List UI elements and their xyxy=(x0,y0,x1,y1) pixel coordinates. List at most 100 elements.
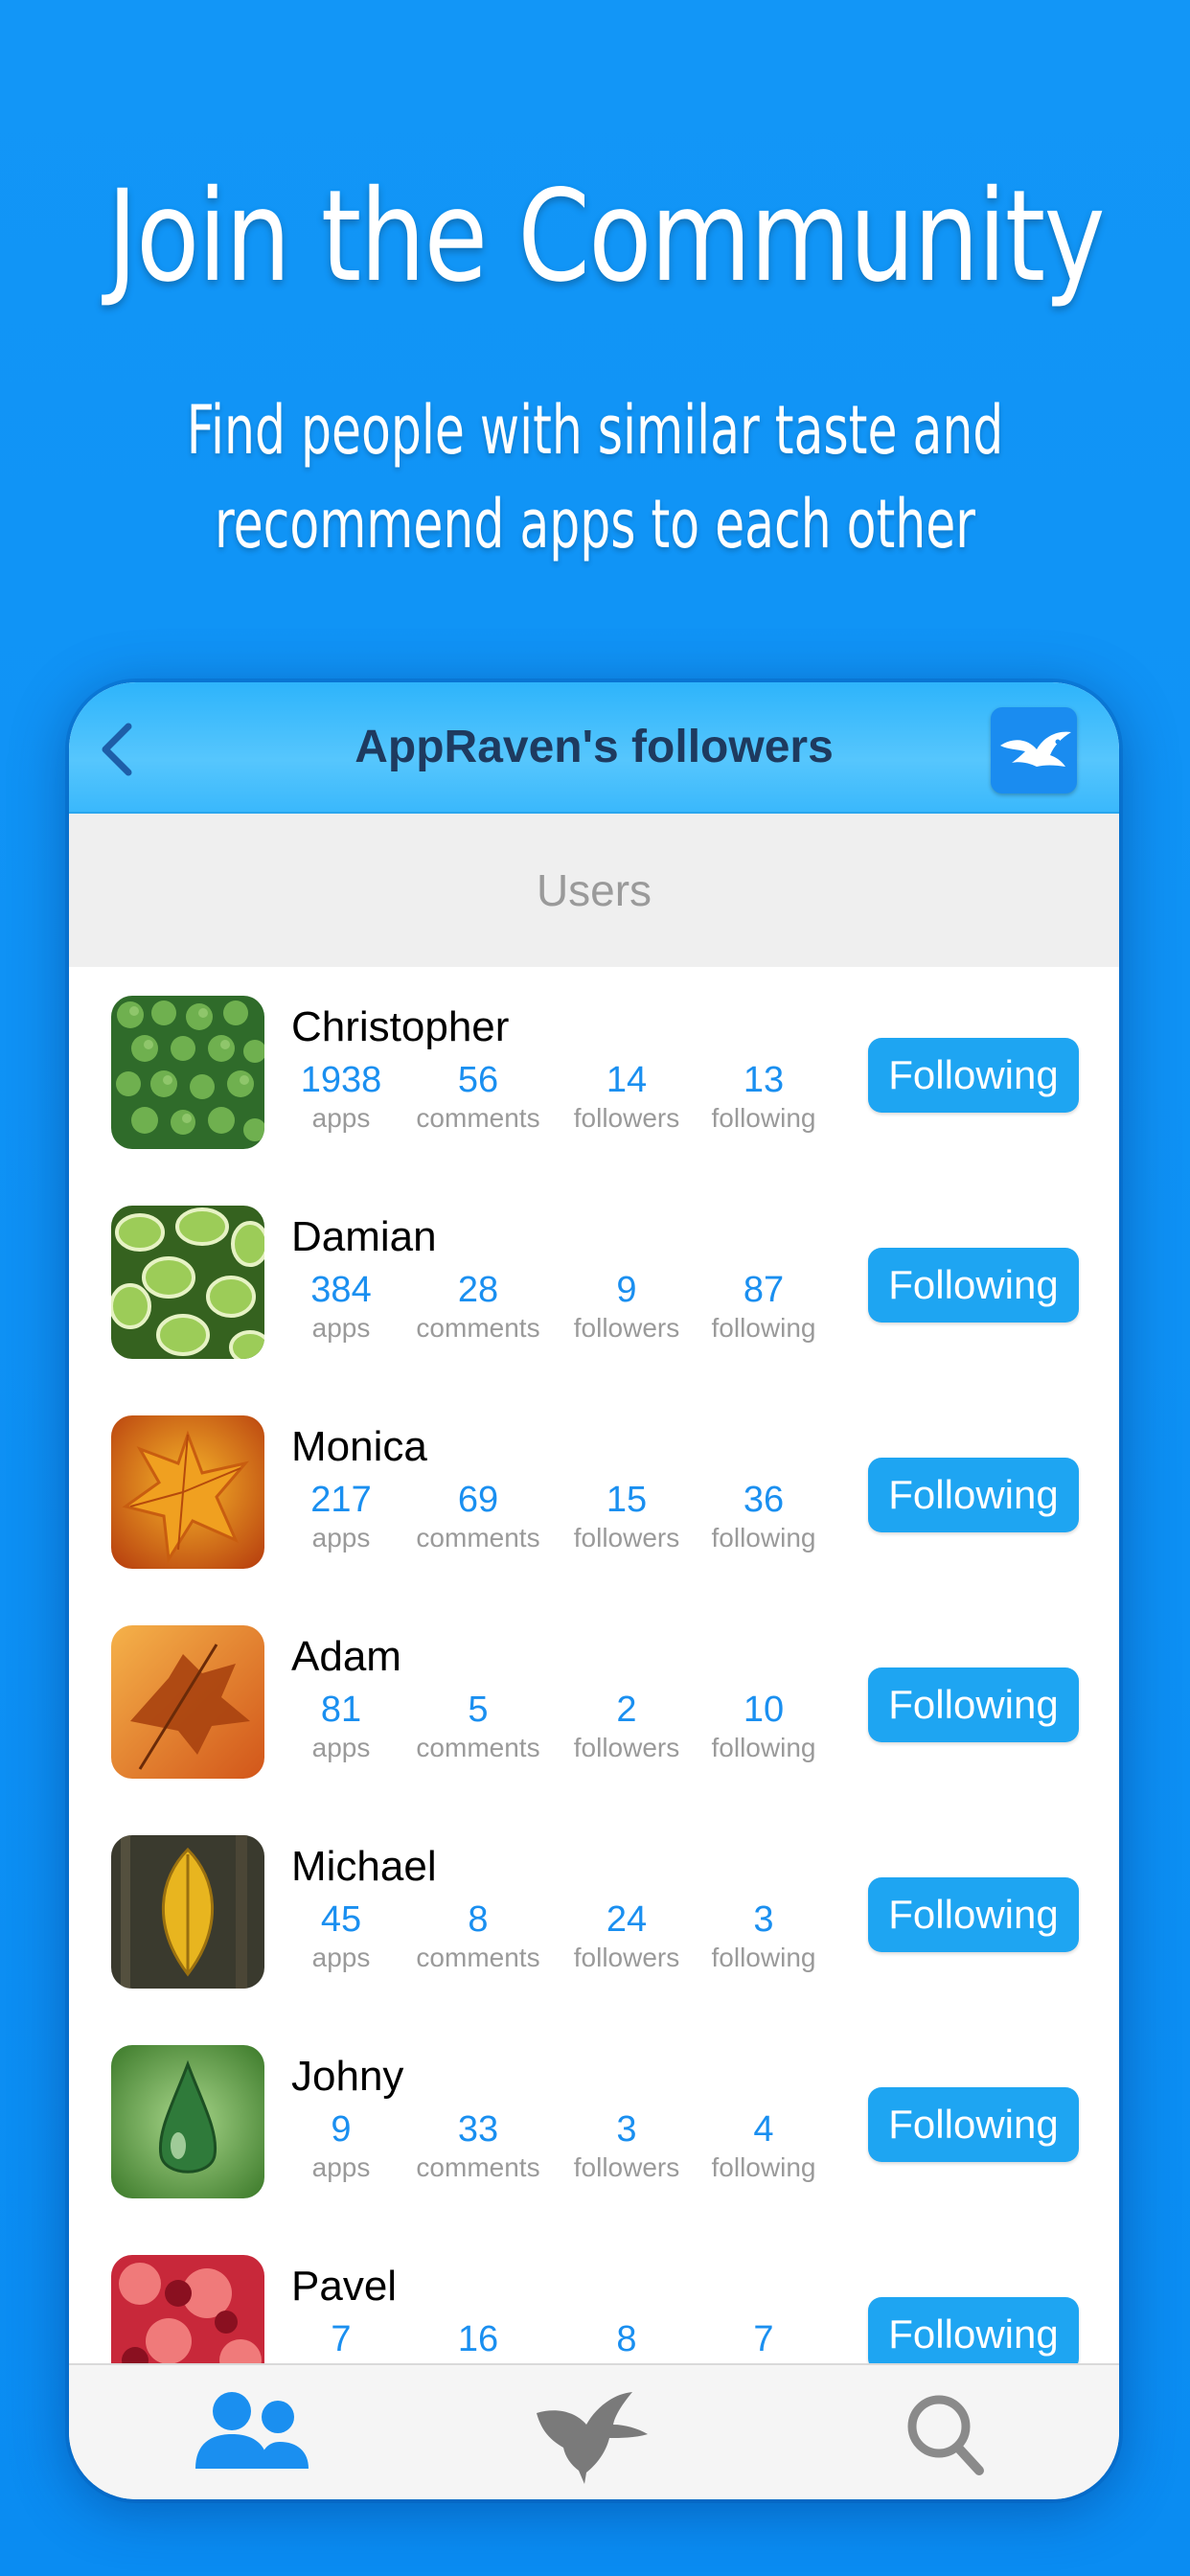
tab-raven[interactable] xyxy=(479,2365,709,2499)
stat-label: following xyxy=(711,2152,816,2182)
stat-number: 87 xyxy=(743,1270,785,1310)
user-name[interactable]: Christopher xyxy=(291,1003,509,1051)
list-item[interactable]: Johny 9 apps 33 comments 3 followers 4 follo… xyxy=(69,2016,1119,2226)
stat-number: 1938 xyxy=(300,1060,382,1100)
stat-number: 4 xyxy=(753,2109,774,2150)
following-button[interactable]: Following xyxy=(868,1458,1079,1532)
stat-label: apps xyxy=(311,2152,371,2182)
stat-number: 24 xyxy=(606,1899,648,1940)
stat-apps: 81 apps xyxy=(274,1689,408,1765)
stat-label: following xyxy=(711,1523,816,1552)
nav-bar: AppRaven's followers xyxy=(69,682,1119,814)
following-button[interactable]: Following xyxy=(868,2087,1079,2162)
stat-apps: 217 apps xyxy=(274,1479,408,1555)
avatar xyxy=(111,1835,264,1989)
stat-number: 9 xyxy=(331,2109,352,2150)
raven-logo-icon[interactable] xyxy=(991,707,1077,794)
list-item[interactable]: Damian 384 apps 28 comments 9 followers 87 f… xyxy=(69,1177,1119,1387)
stat-following: 4 following xyxy=(697,2108,831,2185)
user-name[interactable]: Monica xyxy=(291,1423,427,1471)
stat-label: apps xyxy=(311,1523,371,1552)
stat-followers: 24 followers xyxy=(560,1898,694,1975)
stat-label: comments xyxy=(416,1733,540,1762)
stat-label: followers xyxy=(573,1313,680,1343)
stat-number: 7 xyxy=(331,2319,352,2359)
stat-label: apps xyxy=(311,1733,371,1762)
list-item[interactable]: Christopher 1938 apps 56 comments 14 follow… xyxy=(69,967,1119,1177)
stat-number: 15 xyxy=(606,1480,648,1520)
stat-followers: 9 followers xyxy=(560,1269,694,1346)
stat-comments: 5 comments xyxy=(411,1689,545,1765)
avatar xyxy=(111,1625,264,1779)
list-item[interactable]: Michael 45 apps 8 comments 24 followers 3 fo… xyxy=(69,1806,1119,2016)
stat-followers: 3 followers xyxy=(560,2108,694,2185)
stat-number: 2 xyxy=(616,1690,637,1730)
user-name[interactable]: Pavel xyxy=(291,2263,397,2311)
stat-comments: 33 comments xyxy=(411,2108,545,2185)
stat-following: 10 following xyxy=(697,1689,831,1765)
stat-followers: 2 followers xyxy=(560,1689,694,1765)
stat-label: apps xyxy=(311,1313,371,1343)
following-button[interactable]: Following xyxy=(868,2297,1079,2372)
headline: Join the Community xyxy=(106,163,1106,310)
stat-number: 56 xyxy=(457,1060,499,1100)
stat-apps: 9 apps xyxy=(274,2108,408,2185)
stat-number: 7 xyxy=(753,2319,774,2359)
stat-number: 81 xyxy=(320,1690,362,1730)
stat-number: 3 xyxy=(616,2109,637,2150)
user-name[interactable]: Michael xyxy=(291,1843,437,1891)
avatar xyxy=(111,1206,264,1359)
phone-mockup: AppRaven's followers Users Christopher 1… xyxy=(69,682,1119,2499)
stat-label: following xyxy=(711,1103,816,1133)
stat-label: comments xyxy=(416,2152,540,2182)
stat-number: 217 xyxy=(310,1480,372,1520)
stat-number: 36 xyxy=(743,1480,785,1520)
stat-number: 69 xyxy=(457,1480,499,1520)
user-name[interactable]: Damian xyxy=(291,1213,437,1261)
stat-following: 3 following xyxy=(697,1898,831,1975)
stat-label: followers xyxy=(573,1943,680,1972)
tab-people[interactable] xyxy=(136,2365,366,2499)
tab-search[interactable] xyxy=(832,2365,1062,2499)
stat-label: followers xyxy=(573,1103,680,1133)
stat-number: 28 xyxy=(457,1270,499,1310)
stat-number: 9 xyxy=(616,1270,637,1310)
stat-number: 45 xyxy=(320,1899,362,1940)
user-name[interactable]: Johny xyxy=(291,2053,403,2101)
stat-label: followers xyxy=(573,2152,680,2182)
stat-apps: 45 apps xyxy=(274,1898,408,1975)
user-name[interactable]: Adam xyxy=(291,1633,401,1681)
avatar xyxy=(111,1415,264,1569)
following-button[interactable]: Following xyxy=(868,1038,1079,1113)
list-item[interactable]: Adam 81 apps 5 comments 2 followers 10 follo… xyxy=(69,1597,1119,1806)
following-button[interactable]: Following xyxy=(868,1248,1079,1322)
stat-number: 10 xyxy=(743,1690,785,1730)
stat-number: 384 xyxy=(310,1270,372,1310)
stat-following: 36 following xyxy=(697,1479,831,1555)
following-button[interactable]: Following xyxy=(868,1877,1079,1952)
stat-label: comments xyxy=(416,1313,540,1343)
stat-comments: 69 comments xyxy=(411,1479,545,1555)
stat-followers: 15 followers xyxy=(560,1479,694,1555)
stat-number: 14 xyxy=(606,1060,648,1100)
stat-label: followers xyxy=(573,1523,680,1552)
avatar xyxy=(111,996,264,1149)
stat-number: 8 xyxy=(468,1899,489,1940)
stat-label: apps xyxy=(311,1103,371,1133)
stat-comments: 56 comments xyxy=(411,1059,545,1136)
stat-apps: 384 apps xyxy=(274,1269,408,1346)
stat-followers: 14 followers xyxy=(560,1059,694,1136)
stat-number: 16 xyxy=(457,2319,499,2359)
stat-number: 33 xyxy=(457,2109,499,2150)
following-button[interactable]: Following xyxy=(868,1668,1079,1742)
stat-label: apps xyxy=(311,1943,371,1972)
list-item[interactable]: Monica 217 apps 69 comments 15 followers 36… xyxy=(69,1387,1119,1597)
people-icon xyxy=(195,2392,309,2469)
stat-number: 5 xyxy=(468,1690,489,1730)
subhead-line-2: recommend apps to each other xyxy=(215,485,975,564)
raven-icon xyxy=(537,2392,648,2484)
stat-following: 87 following xyxy=(697,1269,831,1346)
page-title: AppRaven's followers xyxy=(355,722,834,772)
stat-label: comments xyxy=(416,1523,540,1552)
stat-label: following xyxy=(711,1943,816,1972)
